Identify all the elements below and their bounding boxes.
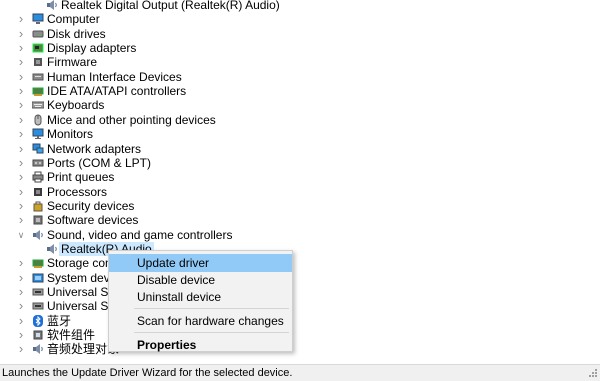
tree-item-label: Monitors <box>47 127 94 142</box>
software-device-icon <box>33 215 43 225</box>
tree-item-label: Ports (COM & LPT) <box>47 155 152 170</box>
tree-item-label: IDE ATA/ATAPI controllers <box>47 84 187 99</box>
chevron-right-icon[interactable]: › <box>16 84 26 98</box>
speaker-icon <box>47 0 57 10</box>
menu-item-properties[interactable]: Properties <box>109 336 292 354</box>
tree-item-label: Computer <box>47 12 100 27</box>
chevron-right-icon[interactable]: › <box>16 127 26 141</box>
chevron-right-icon[interactable]: › <box>16 12 26 26</box>
tree-item-label: Print queues <box>47 170 115 185</box>
sound-controller-icon <box>33 229 43 240</box>
storage-controller-icon <box>32 259 44 269</box>
chevron-right-icon[interactable]: › <box>16 256 26 270</box>
status-text: Launches the Update Driver Wizard for th… <box>2 367 293 379</box>
chevron-right-icon[interactable]: › <box>16 328 26 342</box>
device-tree[interactable]: Realtek Digital Output (Realtek(R) Audio… <box>0 0 600 364</box>
status-bar: Launches the Update Driver Wizard for th… <box>0 364 600 381</box>
chevron-right-icon[interactable]: › <box>16 299 26 313</box>
chevron-right-icon[interactable]: › <box>16 98 26 112</box>
printer-icon <box>32 171 44 183</box>
menu-item-disable-device[interactable]: Disable device <box>109 271 292 289</box>
monitor-icon <box>32 128 44 140</box>
security-device-icon <box>33 201 43 212</box>
bluetooth-icon <box>33 314 43 327</box>
display-adapter-icon <box>32 43 44 53</box>
chevron-right-icon[interactable]: › <box>16 285 26 299</box>
tree-item-label: Sound, video and game controllers <box>47 227 233 242</box>
tree-item-label: Display adapters <box>47 41 137 56</box>
computer-icon <box>32 13 44 25</box>
chevron-right-icon[interactable]: › <box>16 313 26 328</box>
tree-item-label: Network adapters <box>47 141 142 156</box>
tree-item-label: Security devices <box>47 198 135 213</box>
menu-item-label: Uninstall device <box>137 290 222 304</box>
processor-icon <box>34 187 42 196</box>
menu-item-label: Properties <box>137 338 197 352</box>
tree-item-label: Disk drives <box>47 26 106 41</box>
keyboard-icon <box>32 101 44 109</box>
tree-item-label: Human Interface Devices <box>47 69 182 84</box>
usb-controller-icon <box>32 288 44 296</box>
tree-item-label: Realtek Digital Output (Realtek(R) Audio… <box>61 0 280 12</box>
chevron-right-icon[interactable]: › <box>16 141 26 156</box>
software-component-icon <box>33 330 43 340</box>
context-menu: Update driver Disable device Uninstall dev… <box>108 250 293 352</box>
usb-controller-icon <box>32 302 44 310</box>
tree-item-label: Keyboards <box>47 98 105 113</box>
chevron-right-icon[interactable]: › <box>16 41 26 55</box>
ide-controller-icon <box>32 87 44 97</box>
menu-item-label: Scan for hardware changes <box>137 314 284 328</box>
chevron-right-icon[interactable]: › <box>16 69 26 84</box>
tree-item-label: 软件组件 <box>47 328 96 343</box>
chevron-right-icon[interactable]: › <box>16 342 26 356</box>
disk-drive-icon <box>32 30 44 38</box>
network-adapter-icon <box>32 143 44 153</box>
chevron-right-icon[interactable]: › <box>16 270 26 285</box>
chevron-right-icon[interactable]: › <box>16 55 26 69</box>
tree-item-label: Firmware <box>47 55 97 70</box>
tree-item-label: 蓝牙 <box>47 313 72 328</box>
chevron-right-icon[interactable]: › <box>16 170 26 184</box>
menu-item-label: Disable device <box>137 273 216 287</box>
audio-processing-icon <box>33 344 43 355</box>
chevron-right-icon[interactable]: › <box>16 26 26 41</box>
port-icon <box>32 159 44 167</box>
tree-item-label: Software devices <box>47 213 139 228</box>
tree-item-label: Processors <box>47 184 108 199</box>
chevron-down-icon[interactable]: ∨ <box>16 228 26 242</box>
resize-grip-icon[interactable] <box>586 366 598 378</box>
chevron-right-icon[interactable]: › <box>16 112 26 127</box>
chevron-right-icon[interactable]: › <box>16 213 26 227</box>
chevron-right-icon[interactable]: › <box>16 184 26 199</box>
chevron-right-icon[interactable]: › <box>16 155 26 170</box>
hid-icon <box>32 73 44 81</box>
menu-item-label: Update driver <box>137 256 210 270</box>
speaker-icon <box>47 243 57 254</box>
menu-separator <box>134 308 289 309</box>
menu-separator <box>134 332 289 333</box>
menu-item-scan-for-hardware-changes[interactable]: Scan for hardware changes <box>109 312 292 330</box>
tree-item-label: Mice and other pointing devices <box>47 112 216 127</box>
system-device-icon <box>32 273 44 283</box>
menu-item-update-driver[interactable]: Update driver <box>109 254 292 272</box>
mouse-icon <box>34 114 42 126</box>
chevron-right-icon[interactable]: › <box>16 198 26 213</box>
menu-item-uninstall-device[interactable]: Uninstall device <box>109 288 292 306</box>
firmware-icon <box>34 58 42 67</box>
